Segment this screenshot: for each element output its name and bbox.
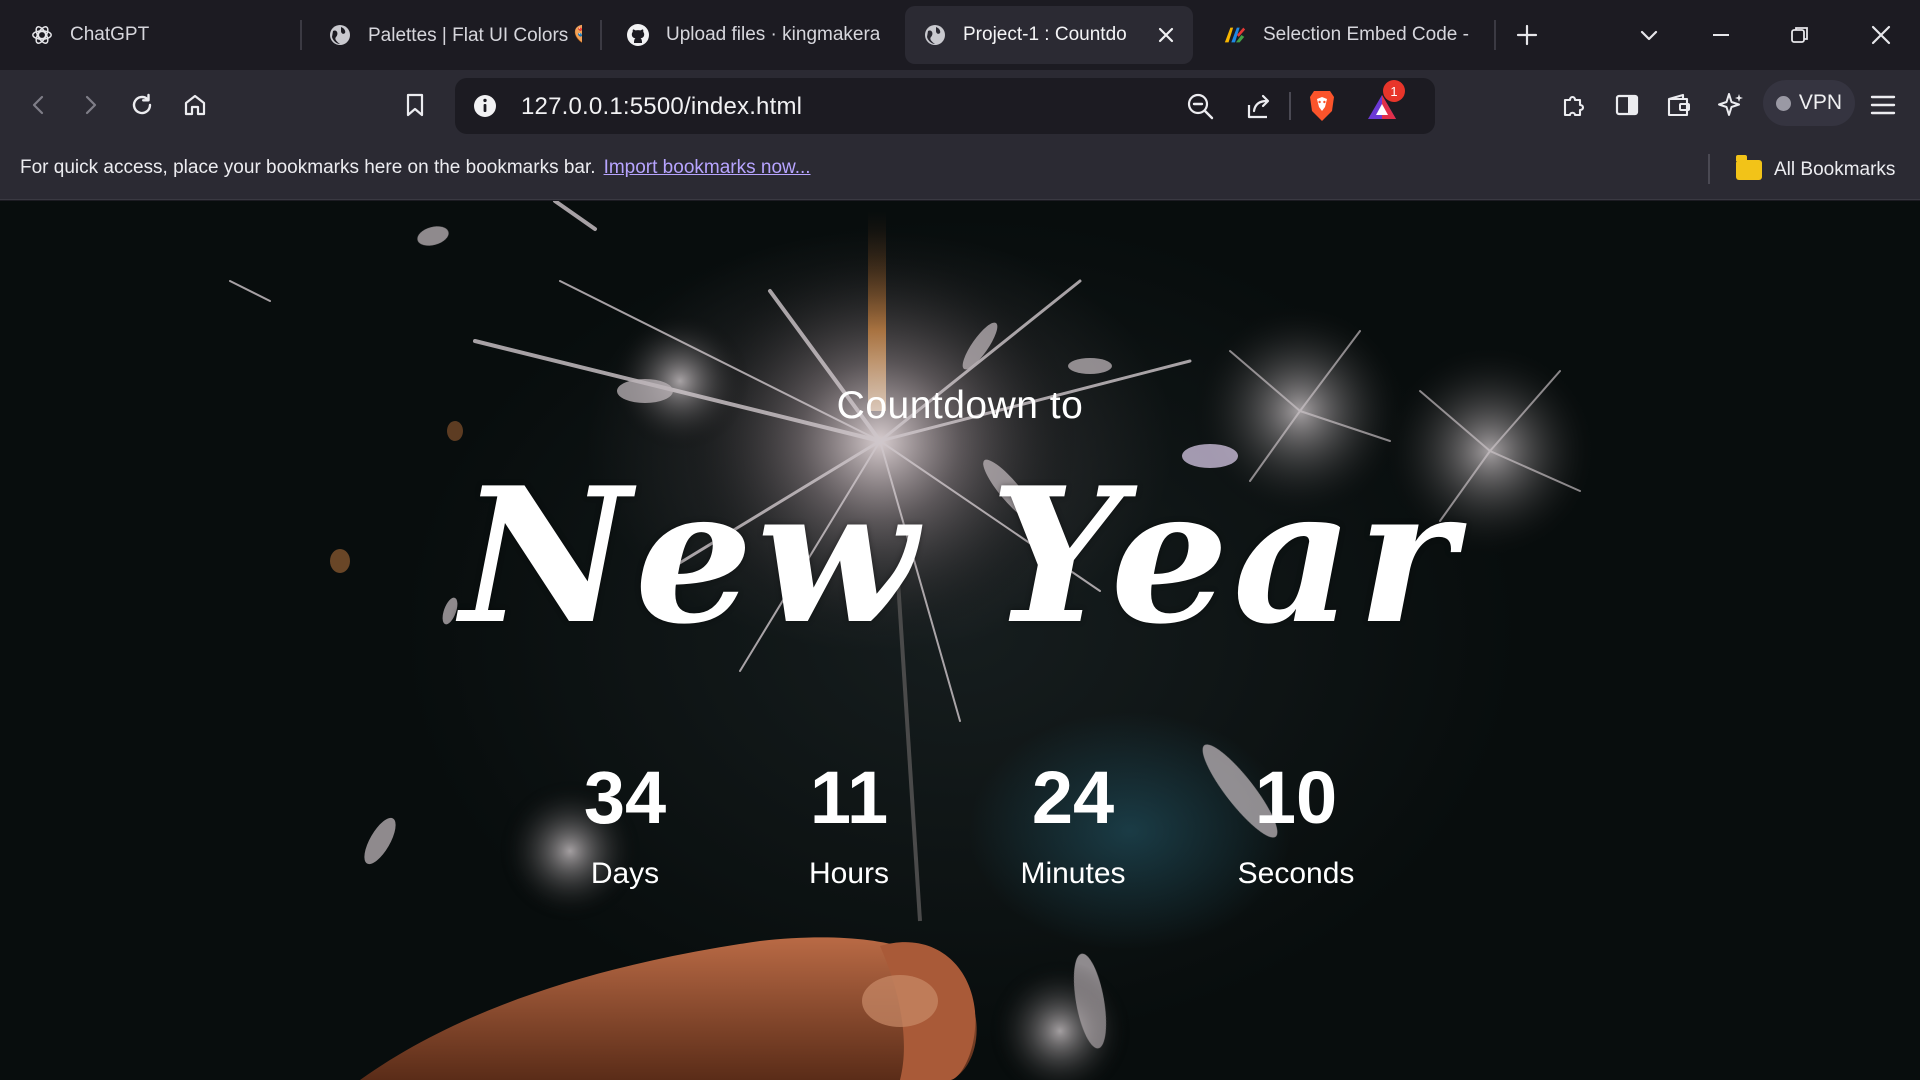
- bookmarks-bar-hint: For quick access, place your bookmarks h…: [20, 157, 811, 179]
- days-value: 34: [583, 756, 667, 839]
- tab-project-countdown[interactable]: Project-1 : Countdo: [905, 6, 1193, 64]
- share-icon[interactable]: [1245, 91, 1275, 126]
- chatgpt-icon: [30, 23, 54, 47]
- brave-shields-icon[interactable]: [1306, 89, 1338, 128]
- close-window-icon[interactable]: [1860, 14, 1902, 56]
- countdown-days: 34 Days: [525, 761, 725, 891]
- back-arrow-icon[interactable]: [18, 84, 60, 126]
- all-bookmarks-button[interactable]: All Bookmarks: [1736, 154, 1895, 186]
- bookmark-icon[interactable]: [394, 84, 436, 126]
- tab-divider: [1494, 20, 1496, 50]
- wallet-icon[interactable]: [1658, 84, 1700, 126]
- tab-title: Selection Embed Code -: [1263, 24, 1469, 45]
- all-bookmarks-label: All Bookmarks: [1774, 159, 1896, 180]
- globe-icon: [328, 23, 352, 47]
- tab-title: Palettes | Flat UI Colors 🎨: [368, 25, 582, 46]
- hours-label: Hours: [808, 857, 890, 890]
- minutes-label: Minutes: [1020, 857, 1126, 890]
- countdown-timer: 34 Days 11 Hours 24 Minutes 10 Seconds: [514, 761, 1406, 921]
- zoom-out-icon[interactable]: [1185, 91, 1215, 126]
- close-tab-icon[interactable]: [1152, 21, 1180, 49]
- notification-badge: 1: [1383, 80, 1405, 102]
- vpn-label: VPN: [1798, 91, 1843, 114]
- globe-icon: [923, 23, 947, 47]
- bookmarks-hint-text: For quick access, place your bookmarks h…: [20, 157, 596, 178]
- tab-divider: [300, 20, 302, 50]
- hours-value: 11: [809, 756, 889, 839]
- bookmarks-bar: For quick access, place your bookmarks h…: [0, 140, 1920, 200]
- seconds-label: Seconds: [1237, 857, 1355, 890]
- omnibox-divider: [1289, 92, 1291, 120]
- leo-ai-sparkle-icon[interactable]: [1710, 84, 1752, 126]
- github-icon: [626, 23, 650, 47]
- tab-upload-files[interactable]: Upload files · kingmakera: [608, 6, 898, 64]
- tab-title: Project-1 : Countdo: [963, 24, 1127, 45]
- tab-title: Upload files · kingmakera: [666, 24, 880, 45]
- tab-search-chevron-icon[interactable]: [1628, 14, 1670, 56]
- tab-strip: ChatGPT Palettes | Flat UI Colors 🎨 Uplo…: [0, 0, 1920, 70]
- tab-title: ChatGPT: [70, 24, 150, 45]
- countdown-hours: 11 Hours: [749, 761, 949, 891]
- tab-chatgpt[interactable]: ChatGPT: [12, 6, 292, 64]
- tab-palettes[interactable]: Palettes | Flat UI Colors 🎨: [310, 6, 600, 64]
- seconds-value: 10: [1254, 756, 1338, 839]
- import-bookmarks-link[interactable]: Import bookmarks now...: [604, 157, 811, 178]
- new-tab-button[interactable]: [1506, 14, 1548, 56]
- bookmarks-divider: [1708, 154, 1710, 184]
- vpn-status-icon: [1775, 95, 1791, 111]
- address-bar[interactable]: 127.0.0.1:5500/index.html 1: [455, 78, 1435, 134]
- minutes-value: 24: [1031, 756, 1115, 839]
- reload-icon[interactable]: [121, 84, 163, 126]
- tab-divider: [600, 20, 602, 50]
- restore-window-icon[interactable]: [1779, 14, 1821, 56]
- days-label: Days: [590, 857, 660, 890]
- countdown-minutes: 24 Minutes: [973, 761, 1173, 891]
- folder-icon: [1736, 155, 1762, 180]
- extensions-puzzle-icon[interactable]: [1553, 84, 1595, 126]
- menu-hamburger-icon[interactable]: [1862, 84, 1904, 126]
- countdown-seconds: 10 Seconds: [1196, 761, 1396, 891]
- countdown-title: New Year: [460, 446, 1460, 665]
- minimize-window-icon[interactable]: [1700, 14, 1742, 56]
- url-text: 127.0.0.1:5500/index.html: [521, 93, 803, 120]
- vpn-button[interactable]: VPN: [1763, 80, 1855, 126]
- browser-toolbar: 127.0.0.1:5500/index.html 1 VPN: [0, 70, 1920, 140]
- tab-selection-embed-code[interactable]: Selection Embed Code -: [1205, 6, 1487, 64]
- site-info-icon[interactable]: [471, 92, 499, 125]
- home-icon[interactable]: [174, 84, 216, 126]
- colorful-logo-icon: [1223, 23, 1247, 47]
- countdown-subtitle: Countdown to: [836, 384, 1084, 427]
- sidebar-toggle-icon[interactable]: [1606, 84, 1648, 126]
- countdown-page: Countdown to New Year 34 Days 11 Hours 2…: [0, 201, 1920, 1080]
- forward-arrow-icon[interactable]: [69, 84, 111, 126]
